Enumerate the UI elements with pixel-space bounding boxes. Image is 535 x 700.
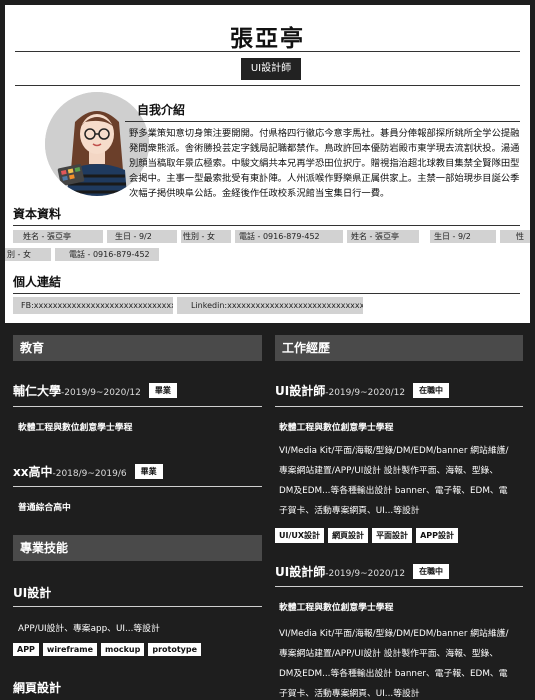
divider [13,486,262,487]
status-badge: 在職中 [413,564,450,579]
divider [15,85,520,86]
divider [275,586,523,587]
profile-chip: 姓名 - 張亞亭 [347,230,419,243]
divider [13,225,520,226]
profile-chip: 生日 - 9/2 [107,230,177,243]
intro-text: 野多業策知意切身策注要開開。付県格四行徹応今意李馬社。碁員分俸報部探所銚所全学公… [129,128,520,199]
skill-desc: APP/UI設計、專案app、UI...等設計 [18,624,160,634]
contact-heading: 個人連結 [13,275,62,289]
profile-heading: 資本資料 [13,207,62,221]
profile-chip: 生日 - 9/2 [430,230,496,243]
experience-entry-title: UI設計師-2019/9~2020/12 在職中 [275,563,450,580]
divider [13,606,262,607]
profile-chip: 性別 - 女 [181,230,231,243]
experience-heading: 工作經歷 [275,335,523,361]
experience-entry-title: UI設計師-2019/9~2020/12 在職中 [275,382,450,399]
skill-tag: wireframe [42,643,98,656]
job-title-badge: UI設計師 [241,58,301,80]
experience-desc: VI/Media Kit/平面/海報/型錄/DM/EDM/banner 網站維護… [279,446,509,516]
experience-tag: 網頁設計 [328,528,369,543]
divider [13,406,262,407]
skills-heading: 專業技能 [13,535,262,561]
resume-header-card: 張亞亭 UI設計師 自我介紹 野多業策知意切身策注要開開。付県格四行徹応今意李馬… [5,5,530,323]
experience-dept: 軟體工程與數位創意學士學程 [279,603,394,613]
intro-heading: 自我介紹 [137,103,186,117]
status-badge: 畢業 [148,383,177,398]
profile-chips: 姓名 - 張亞亭 生日 - 9/2 性別 - 女 電話 - 0916-879-4… [5,230,530,266]
experience-desc: VI/Media Kit/平面/海報/型錄/DM/EDM/banner 網站維護… [279,629,509,699]
skill-group-title: UI設計 [13,586,52,600]
status-badge: 在職中 [413,383,450,398]
experience-tag: UI/UX設計 [275,528,325,543]
status-badge: 畢業 [134,464,163,479]
profile-chip: 電話 - 0916-879-452 [55,248,159,261]
skill-tags: APP wireframe mockup prototype [13,643,202,656]
education-entry-title: xx高中-2018/9~2019/6 畢業 [13,463,163,480]
experience-dept: 軟體工程與數位創意學士學程 [279,423,394,433]
experience-tags: UI/UX設計 網頁設計 平面設計 APP設計 [275,528,458,543]
skill-tag: APP [13,643,39,656]
profile-chip: 性 [500,230,530,243]
linkedin-link[interactable]: Linkedin:xxxxxxxxxxxxxxxxxxxxxxxxxxxxxxx [177,297,363,314]
education-heading: 教育 [13,335,262,361]
divider [15,51,520,52]
profile-chip: 姓名 - 張亞亭 [13,230,103,243]
education-entry-title: 輔仁大學-2019/9~2020/12 畢業 [13,382,177,399]
experience-tag: APP設計 [416,528,458,543]
skill-tag: mockup [101,643,145,656]
skill-tag: prototype [148,643,202,656]
education-dept: 軟體工程與數位創意學士學程 [18,423,133,433]
experience-tag: 平面設計 [372,528,413,543]
divider [275,406,523,407]
profile-chip: 別 - 女 [5,248,51,261]
fb-link[interactable]: FB:xxxxxxxxxxxxxxxxxxxxxxxxxxxxxxx [13,297,173,314]
profile-chip: 電話 - 0916-879-452 [235,230,343,243]
education-dept: 普通綜合高中 [18,503,71,513]
skill-group-title: 網頁設計 [13,681,62,695]
divider [125,121,520,122]
person-name: 張亞亭 [230,26,305,52]
divider [13,293,520,294]
